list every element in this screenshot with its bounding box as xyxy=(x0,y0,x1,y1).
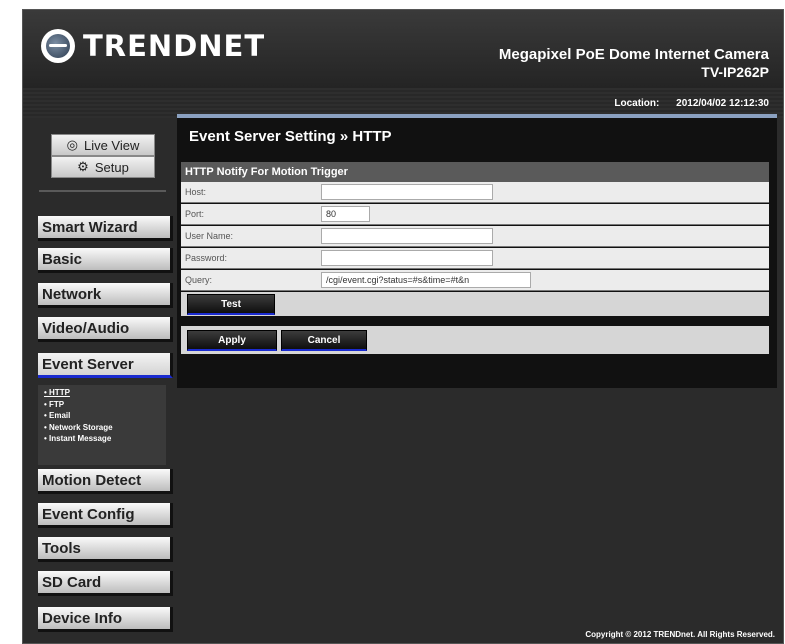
nav-basic[interactable]: Basic xyxy=(38,248,173,273)
gear-icon: ⚙ xyxy=(77,159,89,174)
test-button[interactable]: Test xyxy=(187,294,275,315)
username-row: User Name: xyxy=(181,226,769,247)
submenu-instant-message[interactable]: • Instant Message xyxy=(38,433,166,445)
submenu-http[interactable]: • HTTP xyxy=(38,387,166,399)
copyright: Copyright © 2012 TRENDnet. All Rights Re… xyxy=(585,630,775,639)
location-label: Location: xyxy=(614,98,660,109)
section-header: HTTP Notify For Motion Trigger xyxy=(181,162,769,182)
trendnet-logo: TRENDNET xyxy=(41,26,265,66)
sidebar-divider xyxy=(39,190,166,192)
setup-label: Setup xyxy=(94,159,129,175)
action-row: Apply Cancel xyxy=(181,326,769,354)
nav-event-server[interactable]: Event Server xyxy=(38,353,173,378)
query-input[interactable] xyxy=(321,272,531,288)
setup-button[interactable]: ⚙ Setup xyxy=(51,156,155,178)
webcam-icon: ◎ xyxy=(66,137,78,152)
location-readout: Location: 2012/04/02 12:12:30 xyxy=(600,98,769,109)
submenu-ftp[interactable]: • FTP xyxy=(38,399,166,411)
test-row: Test xyxy=(181,292,769,316)
port-label: Port: xyxy=(185,209,205,219)
submenu-network-storage[interactable]: • Network Storage xyxy=(38,422,166,434)
logo-text: TRENDNET xyxy=(83,29,266,63)
host-row: Host: xyxy=(181,182,769,203)
datetime: 2012/04/02 12:12:30 xyxy=(676,98,769,109)
query-row: Query: xyxy=(181,270,769,291)
submenu-email[interactable]: • Email xyxy=(38,410,166,422)
nav-sd-card[interactable]: SD Card xyxy=(38,571,173,596)
query-label: Query: xyxy=(185,275,213,285)
model-number: TV-IP262P xyxy=(701,64,769,80)
nav-event-config[interactable]: Event Config xyxy=(38,503,173,528)
nav-smart-wizard[interactable]: Smart Wizard xyxy=(38,216,173,241)
nav-tools[interactable]: Tools xyxy=(38,537,173,562)
host-input[interactable] xyxy=(321,184,493,200)
event-server-submenu: • HTTP • FTP • Email • Network Storage •… xyxy=(38,385,166,465)
live-view-button[interactable]: ◎ Live View xyxy=(51,134,155,156)
username-input[interactable] xyxy=(321,228,493,244)
nav-device-info[interactable]: Device Info xyxy=(38,607,173,632)
password-label: Password: xyxy=(185,253,228,263)
nav-video-audio[interactable]: Video/Audio xyxy=(38,317,173,342)
app-frame: TRENDNET Megapixel PoE Dome Internet Cam… xyxy=(22,9,784,644)
product-name: Megapixel PoE Dome Internet Camera xyxy=(498,46,769,63)
port-input[interactable] xyxy=(321,206,370,222)
username-label: User Name: xyxy=(185,231,234,241)
password-input[interactable] xyxy=(321,250,493,266)
apply-button[interactable]: Apply xyxy=(187,330,277,351)
header: TRENDNET Megapixel PoE Dome Internet Cam… xyxy=(23,10,783,88)
live-view-label: Live View xyxy=(83,137,140,153)
port-row: Port: xyxy=(181,204,769,225)
content-panel: Event Server Setting » HTTP HTTP Notify … xyxy=(177,114,777,388)
nav-network[interactable]: Network xyxy=(38,283,173,308)
nav-motion-detect[interactable]: Motion Detect xyxy=(38,469,173,494)
logo-icon xyxy=(41,29,75,63)
password-row: Password: xyxy=(181,248,769,269)
page-title: Event Server Setting » HTTP xyxy=(189,128,392,145)
cancel-button[interactable]: Cancel xyxy=(281,330,367,351)
host-label: Host: xyxy=(185,187,207,197)
